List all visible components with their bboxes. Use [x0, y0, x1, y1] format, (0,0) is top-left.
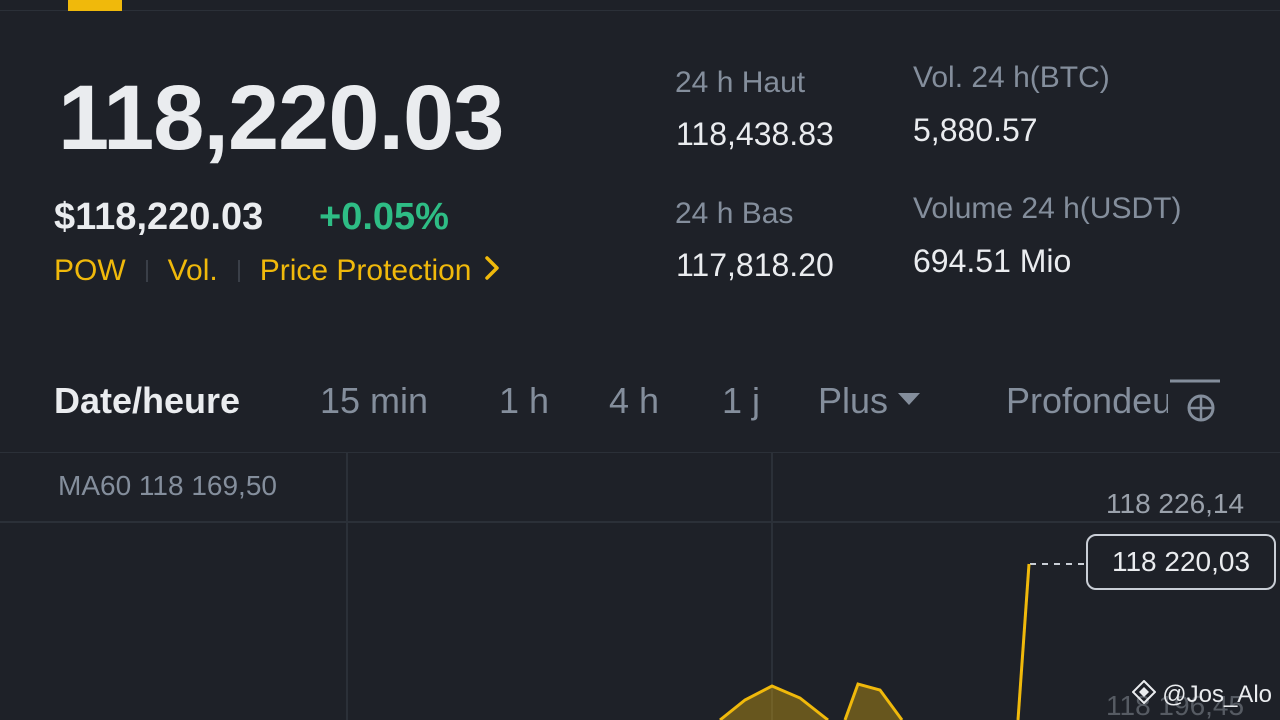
- chart-settings-icon[interactable]: [1168, 377, 1222, 423]
- price-change-percent: +0.05%: [319, 196, 449, 238]
- diamond-logo-icon: [1131, 679, 1157, 709]
- y-axis-tick: 118 226,14: [1106, 488, 1245, 519]
- current-price-tag: 118 220,03: [1086, 534, 1276, 590]
- caret-down-icon: [898, 393, 921, 406]
- price-protection-label: Price Protection: [259, 254, 472, 287]
- ma60-indicator: MA60 118 169,50: [58, 470, 277, 501]
- watermark: @Jos_Alo: [1131, 679, 1272, 709]
- interval-4h[interactable]: 4 h: [609, 383, 659, 419]
- low-24h-label: 24 h Bas: [675, 197, 794, 230]
- price-line: [1016, 563, 1031, 720]
- high-24h-value: 118,438.83: [676, 116, 834, 152]
- interval-datetime[interactable]: Date/heure: [54, 383, 240, 419]
- depth-tab[interactable]: Profondeur: [1006, 383, 1184, 419]
- low-24h-value: 117,818.20: [676, 247, 834, 283]
- tag-divider: [145, 260, 148, 282]
- interval-more-label: Plus: [818, 380, 889, 421]
- interval-1h[interactable]: 1 h: [499, 383, 549, 419]
- fiat-price: $118,220.03: [54, 196, 264, 238]
- interval-15min[interactable]: 15 min: [320, 383, 428, 419]
- price-protection-link[interactable]: Price Protection: [260, 256, 500, 286]
- tag-vol[interactable]: Vol.: [168, 256, 218, 286]
- volume-btc-label: Vol. 24 h(BTC): [913, 61, 1110, 94]
- watermark-handle: @Jos_Alo: [1162, 680, 1272, 708]
- tag-pow[interactable]: POW: [54, 256, 126, 286]
- high-24h-label: 24 h Haut: [675, 66, 806, 99]
- ticker-page: 118,220.03 $118,220.03 +0.05% POW Vol. P…: [0, 0, 1280, 720]
- tag-divider: [237, 260, 240, 282]
- interval-1d[interactable]: 1 j: [722, 383, 760, 419]
- volume-usdt-value: 694.51 Mio: [913, 243, 1072, 279]
- tag-row: POW Vol. Price Protection: [54, 256, 500, 286]
- volume-btc-value: 5,880.57: [913, 112, 1038, 148]
- top-divider: [0, 10, 1280, 11]
- last-price: 118,220.03: [58, 67, 504, 169]
- active-tab-indicator: [68, 0, 122, 11]
- volume-usdt-label: Volume 24 h(USDT): [913, 192, 1182, 225]
- interval-bar: Date/heure 15 min 1 h 4 h 1 j Plus Profo…: [0, 375, 1280, 435]
- chevron-right-icon: [485, 256, 500, 286]
- interval-more-dropdown[interactable]: Plus: [818, 380, 921, 421]
